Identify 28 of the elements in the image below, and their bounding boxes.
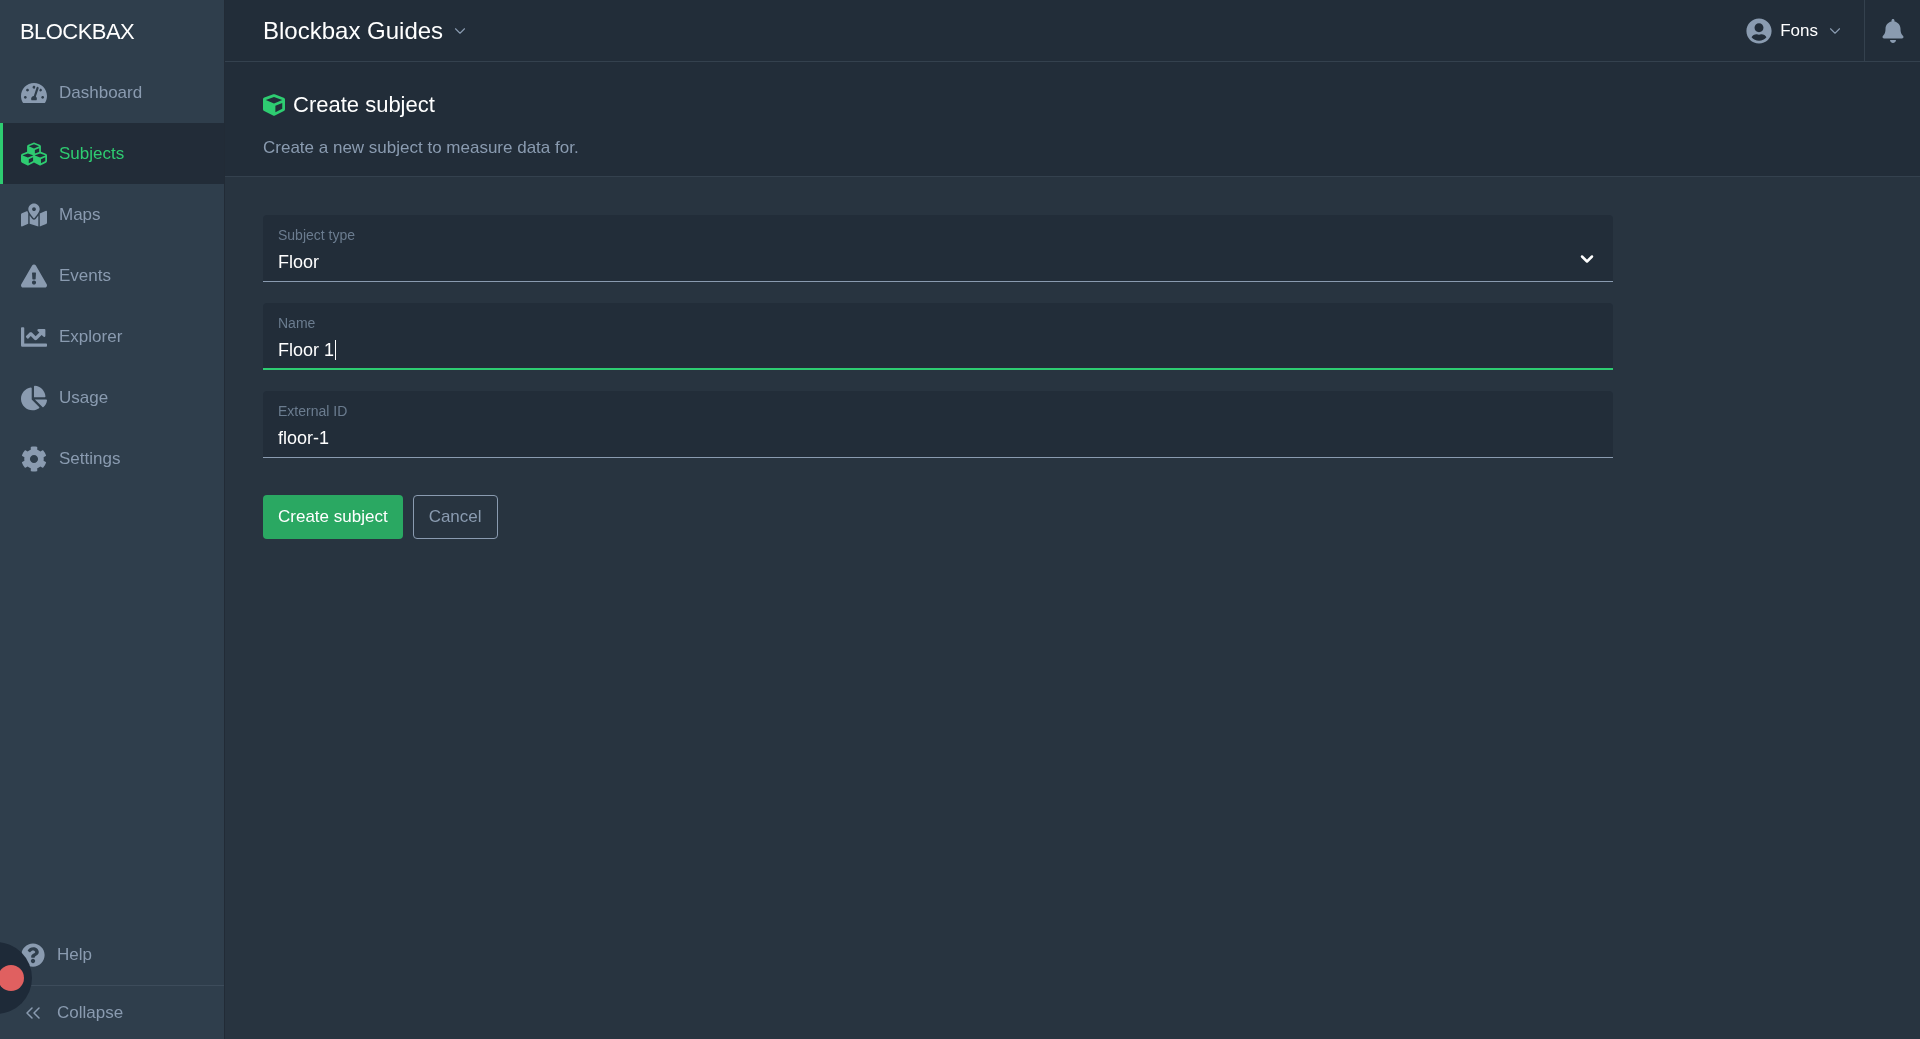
input-field[interactable]: Name Floor 1 [263,302,1613,370]
nav-item[interactable]: Events [0,245,224,306]
input-field[interactable]: External ID floor-1 [263,390,1613,458]
create-button[interactable]: Create subject [263,494,403,539]
nav-item[interactable]: Explorer [0,306,224,367]
nav-item[interactable]: Dashboard [0,62,224,123]
map-icon [21,201,47,228]
cube-icon [263,93,285,116]
settings-icon [21,445,47,472]
page-title: Create subject [293,91,435,119]
record-icon [0,965,24,991]
pie-chart-icon [21,384,47,411]
nav-item[interactable]: Subjects [0,123,224,184]
project-title[interactable]: Blockbax Guides [263,12,444,49]
cancel-button[interactable]: Cancel [412,494,498,539]
avatar-icon[interactable] [1746,17,1773,44]
nav-item[interactable]: Usage [0,367,224,428]
bell-icon[interactable] [1880,18,1905,43]
select-field[interactable]: Subject type Floor [263,214,1613,282]
help-link[interactable]: Help [57,941,92,968]
user-name[interactable]: Fons [1780,17,1818,44]
collapse-link[interactable]: Collapse [57,999,124,1026]
nav-item[interactable]: Settings [0,428,224,489]
warning-icon [21,262,47,289]
nav-item[interactable]: Maps [0,184,224,245]
logo[interactable]: BLOCKBAX [20,14,135,48]
cubes-icon [21,140,47,167]
page-subtitle: Create a new subject to measure data for. [263,137,580,159]
